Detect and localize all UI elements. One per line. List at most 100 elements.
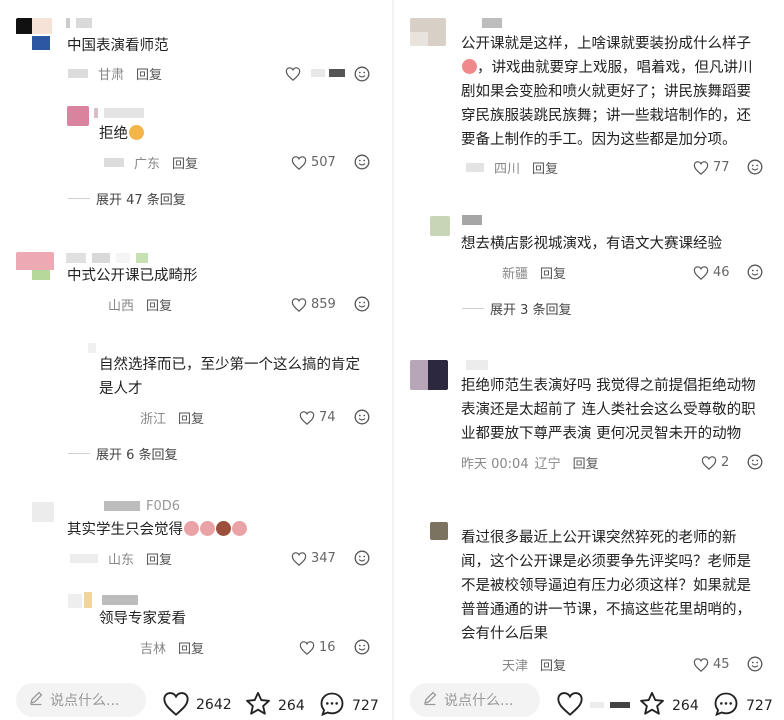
emoji-refuse-icon xyxy=(129,125,144,140)
avatar[interactable] xyxy=(16,18,52,50)
comment-text-line: 剧如果会变脸和喷火就更好了；讲民族舞蹈要 xyxy=(461,84,751,100)
smile-icon[interactable] xyxy=(747,454,763,470)
avatar[interactable] xyxy=(67,106,89,126)
star-icon xyxy=(638,690,666,720)
reply-button[interactable]: 回复 xyxy=(540,655,566,674)
location: 山东 xyxy=(108,552,135,568)
smile-icon[interactable] xyxy=(354,550,370,566)
reply-button[interactable]: 回复 xyxy=(172,153,198,172)
avatar[interactable] xyxy=(16,252,54,282)
favorite-button[interactable]: 264 xyxy=(244,690,305,720)
username[interactable] xyxy=(88,342,96,354)
pen-icon xyxy=(422,690,438,710)
username[interactable] xyxy=(462,214,482,226)
comment-input[interactable]: 说点什么... xyxy=(410,683,540,717)
expand-replies-button[interactable]: 展开 47 条回复 xyxy=(68,189,186,208)
emoji-pig-icon xyxy=(232,521,247,536)
location: 天津 xyxy=(502,658,529,674)
comment-text-line: 不是被校领导逼迫有压力必须这样？如果就是 xyxy=(461,578,751,594)
like-button[interactable]: 77 xyxy=(693,158,730,176)
heart-icon xyxy=(701,455,717,470)
smile-icon[interactable] xyxy=(747,656,763,672)
avatar[interactable] xyxy=(430,522,448,540)
like-button[interactable] xyxy=(285,64,345,82)
username[interactable] xyxy=(94,107,144,119)
comments-button[interactable]: 727 xyxy=(318,690,379,720)
emoji-pig-icon xyxy=(184,521,199,536)
smile-icon[interactable] xyxy=(747,159,763,175)
heart-icon xyxy=(693,657,709,672)
smile-icon[interactable] xyxy=(354,296,370,312)
comment-text-line: 表演还是太超前了 连人类社会这么受尊敬的职 xyxy=(461,402,756,418)
smile-icon[interactable] xyxy=(354,154,370,170)
reply-button[interactable]: 回复 xyxy=(540,263,566,282)
reply-button[interactable]: 回复 xyxy=(532,158,558,177)
comment-text-line: 要备上制作的手工。因为这些都是加分项。 xyxy=(461,132,737,148)
smile-icon[interactable] xyxy=(747,264,763,280)
expand-replies-button[interactable]: 展开 6 条回复 xyxy=(68,444,178,463)
heart-icon xyxy=(291,155,307,170)
heart-icon xyxy=(299,410,315,425)
comment-text-content: 其实学生只会觉得 xyxy=(67,522,183,538)
username[interactable]: F0D6 xyxy=(104,499,180,514)
smile-icon[interactable] xyxy=(354,66,370,82)
comment-bubble-icon xyxy=(318,690,346,720)
like-button[interactable]: 16 xyxy=(299,638,336,656)
reply-button[interactable]: 回复 xyxy=(573,453,599,472)
avatar[interactable] xyxy=(410,18,446,46)
like-count: 46 xyxy=(713,264,730,280)
comment-text: 自然选择而已，至少第一个这么搞的肯定 是人才 xyxy=(99,353,360,401)
reply-button[interactable]: 回复 xyxy=(178,408,204,427)
comment-text: 其实学生只会觉得 xyxy=(67,518,247,542)
username[interactable] xyxy=(66,17,92,29)
bottom-action-bar: 说点什么... 264 727 xyxy=(394,680,784,720)
expand-replies-button[interactable]: 展开 3 条回复 xyxy=(462,299,572,318)
expand-label: 展开 6 条回复 xyxy=(96,447,178,463)
comment-bubble-icon xyxy=(712,690,740,720)
like-button[interactable]: 507 xyxy=(291,153,336,171)
left-comment-panel: 中国表演看师范 甘肃 回复 拒绝 广东 回复 507 展开 47 条回复 中式公… xyxy=(0,0,392,720)
avatar[interactable] xyxy=(68,592,96,610)
comment-text-line: ，讲戏曲就要穿上戏服，唱着戏，但凡讲川 xyxy=(461,56,753,80)
comments-button[interactable]: 727 xyxy=(712,690,773,720)
smile-icon[interactable] xyxy=(354,409,370,425)
avatar[interactable] xyxy=(32,502,54,522)
username[interactable] xyxy=(102,594,138,606)
location: 四川 xyxy=(494,161,521,177)
comment-text-content: ，讲戏曲就要穿上戏服，唱着戏，但凡讲川 xyxy=(477,60,753,76)
reply-button[interactable]: 回复 xyxy=(136,64,162,83)
like-total-button[interactable] xyxy=(556,690,630,720)
heart-icon xyxy=(299,640,315,655)
username[interactable] xyxy=(466,359,488,371)
username[interactable] xyxy=(66,252,148,264)
comment-text-line: 闻，这个公开课是必须要争先评奖吗？老师是 xyxy=(461,554,751,570)
comment-input-placeholder: 说点什么... xyxy=(50,693,120,709)
location: 甘肃 xyxy=(98,67,125,83)
favorite-count: 264 xyxy=(672,698,699,714)
like-button[interactable]: 347 xyxy=(291,549,336,567)
location: 辽宁 xyxy=(534,456,561,472)
like-button[interactable]: 45 xyxy=(693,655,730,673)
like-count: 2 xyxy=(721,454,730,470)
like-button[interactable]: 46 xyxy=(693,263,730,281)
username[interactable] xyxy=(482,17,502,29)
like-button[interactable]: 74 xyxy=(299,408,336,426)
reply-button[interactable]: 回复 xyxy=(146,295,172,314)
like-button[interactable]: 2 xyxy=(701,453,729,471)
expand-label: 展开 3 条回复 xyxy=(490,302,572,318)
comment-input[interactable]: 说点什么... xyxy=(16,683,146,717)
comment-count: 727 xyxy=(352,698,379,714)
avatar[interactable] xyxy=(410,360,448,390)
like-total-button[interactable]: 2642 xyxy=(162,690,232,720)
reply-button[interactable]: 回复 xyxy=(146,549,172,568)
like-button[interactable]: 859 xyxy=(291,295,336,313)
like-count: 347 xyxy=(311,550,336,566)
comment-text: 看过很多最近上公开课突然猝死的老师的新 闻，这个公开课是必须要争先评奖吗？老师是… xyxy=(461,526,751,646)
heart-icon xyxy=(556,690,584,720)
bottom-action-bar: 说点什么... 2642 264 727 xyxy=(0,680,392,720)
favorite-button[interactable]: 264 xyxy=(638,690,699,720)
comment-text-line: 穿民族服装跳民族舞；讲一些栽培制作的，还 xyxy=(461,108,751,124)
smile-icon[interactable] xyxy=(354,639,370,655)
reply-button[interactable]: 回复 xyxy=(178,638,204,657)
avatar[interactable] xyxy=(430,216,450,236)
